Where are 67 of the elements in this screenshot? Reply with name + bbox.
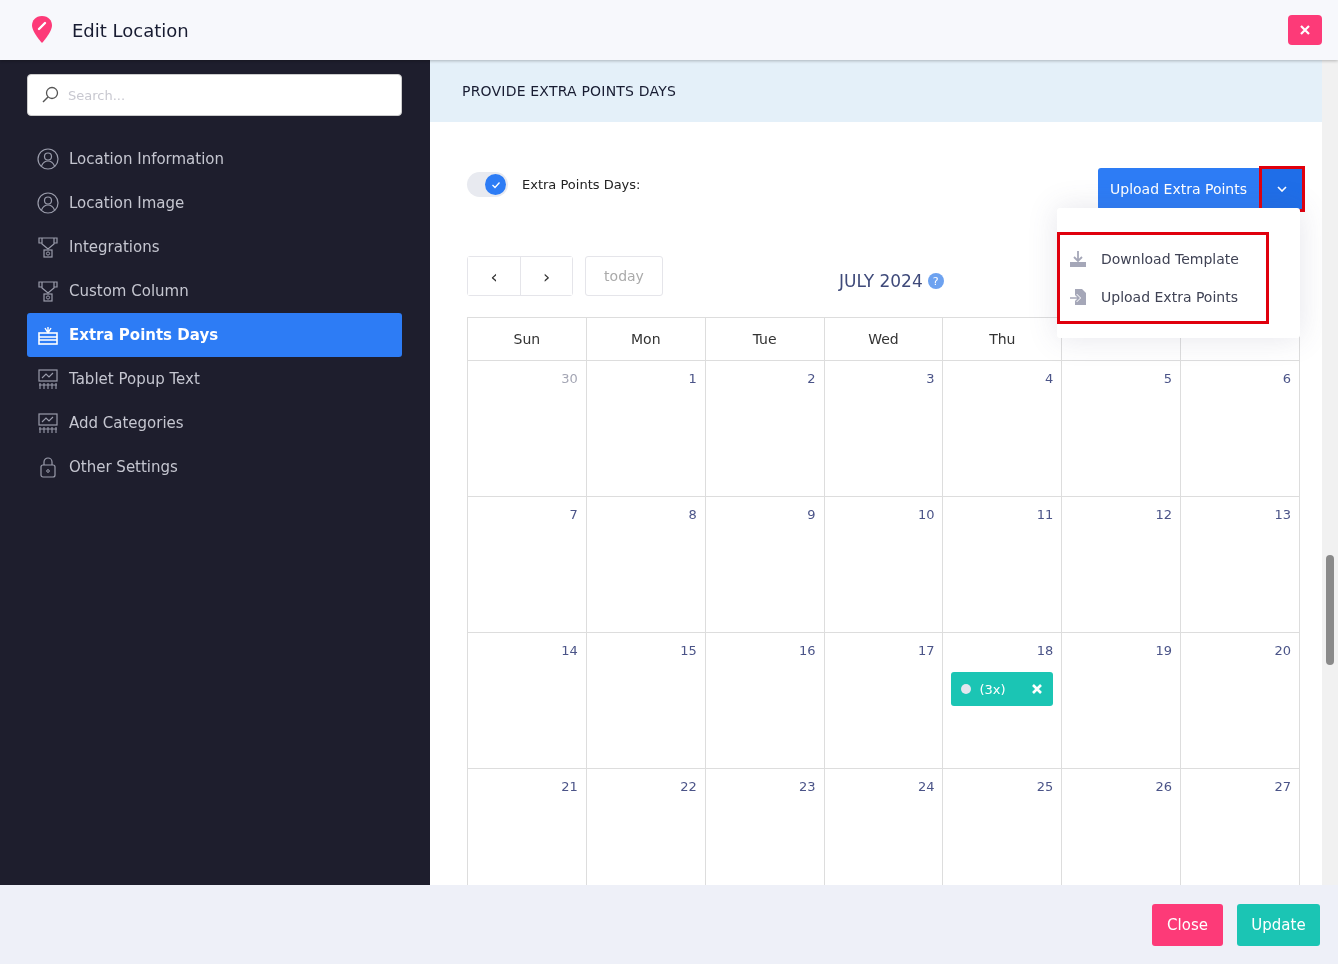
day-number: 8 — [688, 507, 697, 522]
day-number: 11 — [1036, 507, 1054, 522]
sidebar-item[interactable]: Location Image — [27, 181, 402, 225]
day-number: 26 — [1155, 779, 1173, 794]
sidebar-item[interactable]: Extra Points Days — [27, 313, 402, 357]
toggle-label: Extra Points Days: — [522, 177, 641, 192]
location-pin-icon — [30, 15, 54, 45]
trophy-icon — [37, 280, 59, 302]
day-number: 13 — [1274, 507, 1291, 522]
close-button[interactable] — [1288, 15, 1322, 45]
gift-icon — [37, 324, 59, 346]
day-number: 3 — [926, 371, 935, 386]
day-number: 16 — [799, 643, 816, 658]
section-title: PROVIDE EXTRA POINTS DAYS — [462, 83, 677, 99]
column-header: Sun — [468, 317, 587, 361]
day-number: 1 — [688, 371, 697, 386]
window-title: Edit Location — [72, 19, 189, 41]
day-number: 4 — [1045, 371, 1054, 386]
sidebar-item[interactable]: Location Information — [27, 137, 402, 181]
menu-item[interactable]: Upload Extra Points — [1069, 278, 1257, 316]
sidebar-item[interactable]: Add Categories — [27, 401, 402, 445]
day-number: 24 — [917, 779, 935, 794]
day-number: 17 — [917, 643, 935, 658]
user-icon — [37, 192, 59, 214]
sidebar-item[interactable]: Other Settings — [27, 445, 402, 489]
day-number: 25 — [1036, 779, 1054, 794]
sidebar-item[interactable]: Custom Column — [27, 269, 402, 313]
close-icon — [1299, 24, 1311, 36]
day-number: 7 — [569, 507, 578, 522]
chevron-down-icon — [1277, 186, 1287, 192]
download-icon — [1069, 250, 1087, 268]
toggle-switch[interactable] — [467, 172, 508, 197]
menu-item[interactable]: Download Template — [1069, 240, 1257, 278]
day-number: 5 — [1163, 371, 1173, 386]
day-number: 2 — [807, 371, 816, 386]
day-number: 18 — [1036, 643, 1054, 658]
month-title: JULY 2024 — [839, 271, 923, 291]
lock-icon — [37, 456, 59, 478]
user-icon — [37, 148, 59, 170]
day-number: 20 — [1274, 643, 1291, 658]
day-number: 9 — [807, 507, 816, 522]
day-number: 22 — [680, 779, 697, 794]
day-number: 10 — [917, 507, 935, 522]
day-number: 21 — [561, 779, 578, 794]
check-icon — [490, 179, 501, 190]
column-header: Mon — [586, 317, 706, 361]
day-number: 12 — [1155, 507, 1173, 522]
day-number: 19 — [1155, 643, 1173, 658]
file-import-icon — [1069, 288, 1087, 306]
sidebar-item[interactable]: Tablet Popup Text — [27, 357, 402, 401]
sidebar-item[interactable]: Integrations — [27, 225, 402, 269]
upload-button[interactable]: Upload Extra Points — [1098, 168, 1259, 210]
trophy-icon — [37, 236, 59, 258]
day-number: 14 — [561, 643, 578, 658]
day-number: 27 — [1274, 779, 1291, 794]
day-number: 15 — [680, 643, 697, 658]
next-button[interactable]: › — [520, 257, 572, 295]
day-number: 30 — [561, 371, 578, 386]
board-icon — [37, 412, 59, 434]
board-icon — [37, 368, 59, 390]
column-header: Wed — [824, 317, 944, 361]
close-icon — [1031, 683, 1044, 695]
day-number: 23 — [799, 779, 816, 794]
column-header: Tue — [705, 317, 825, 361]
scrollbar[interactable] — [1322, 60, 1338, 885]
event-label: (3x) — [979, 681, 1007, 697]
day-number: 6 — [1282, 371, 1291, 386]
